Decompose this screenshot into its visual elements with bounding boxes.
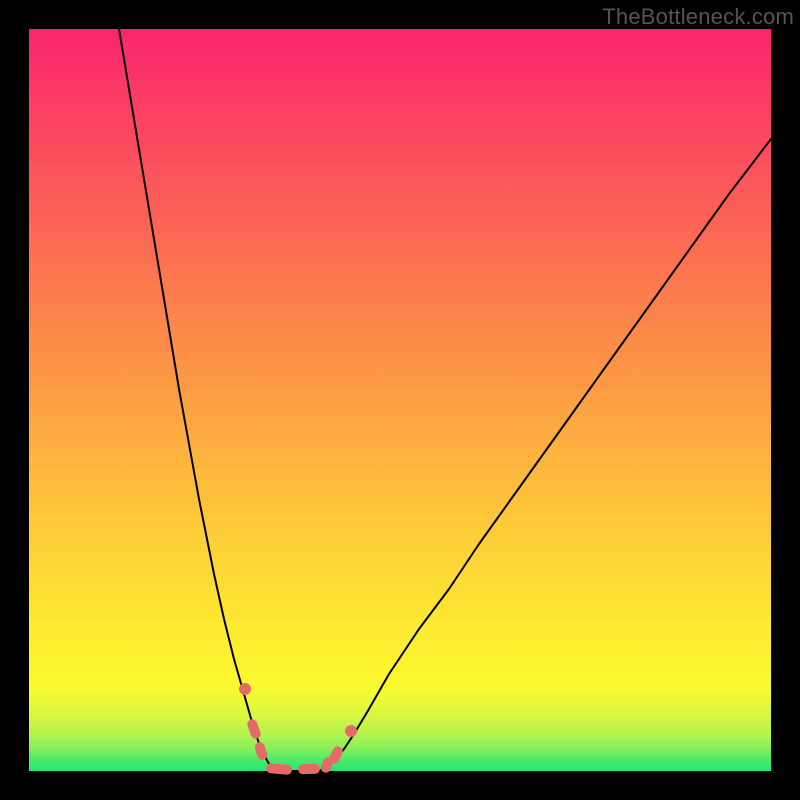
- data-point-pill: [298, 764, 320, 775]
- data-point-pill: [246, 718, 262, 740]
- data-point-pill: [266, 763, 293, 775]
- plot-area: [29, 29, 771, 771]
- chart-frame: TheBottleneck.com: [0, 0, 800, 800]
- right-branch-line: [319, 139, 771, 771]
- data-point-markers: [239, 683, 357, 775]
- data-point-dot: [239, 683, 251, 695]
- watermark-text: TheBottleneck.com: [602, 4, 794, 30]
- curve-layer: [29, 29, 771, 771]
- left-branch-line: [119, 29, 277, 771]
- data-point-dot: [345, 725, 357, 737]
